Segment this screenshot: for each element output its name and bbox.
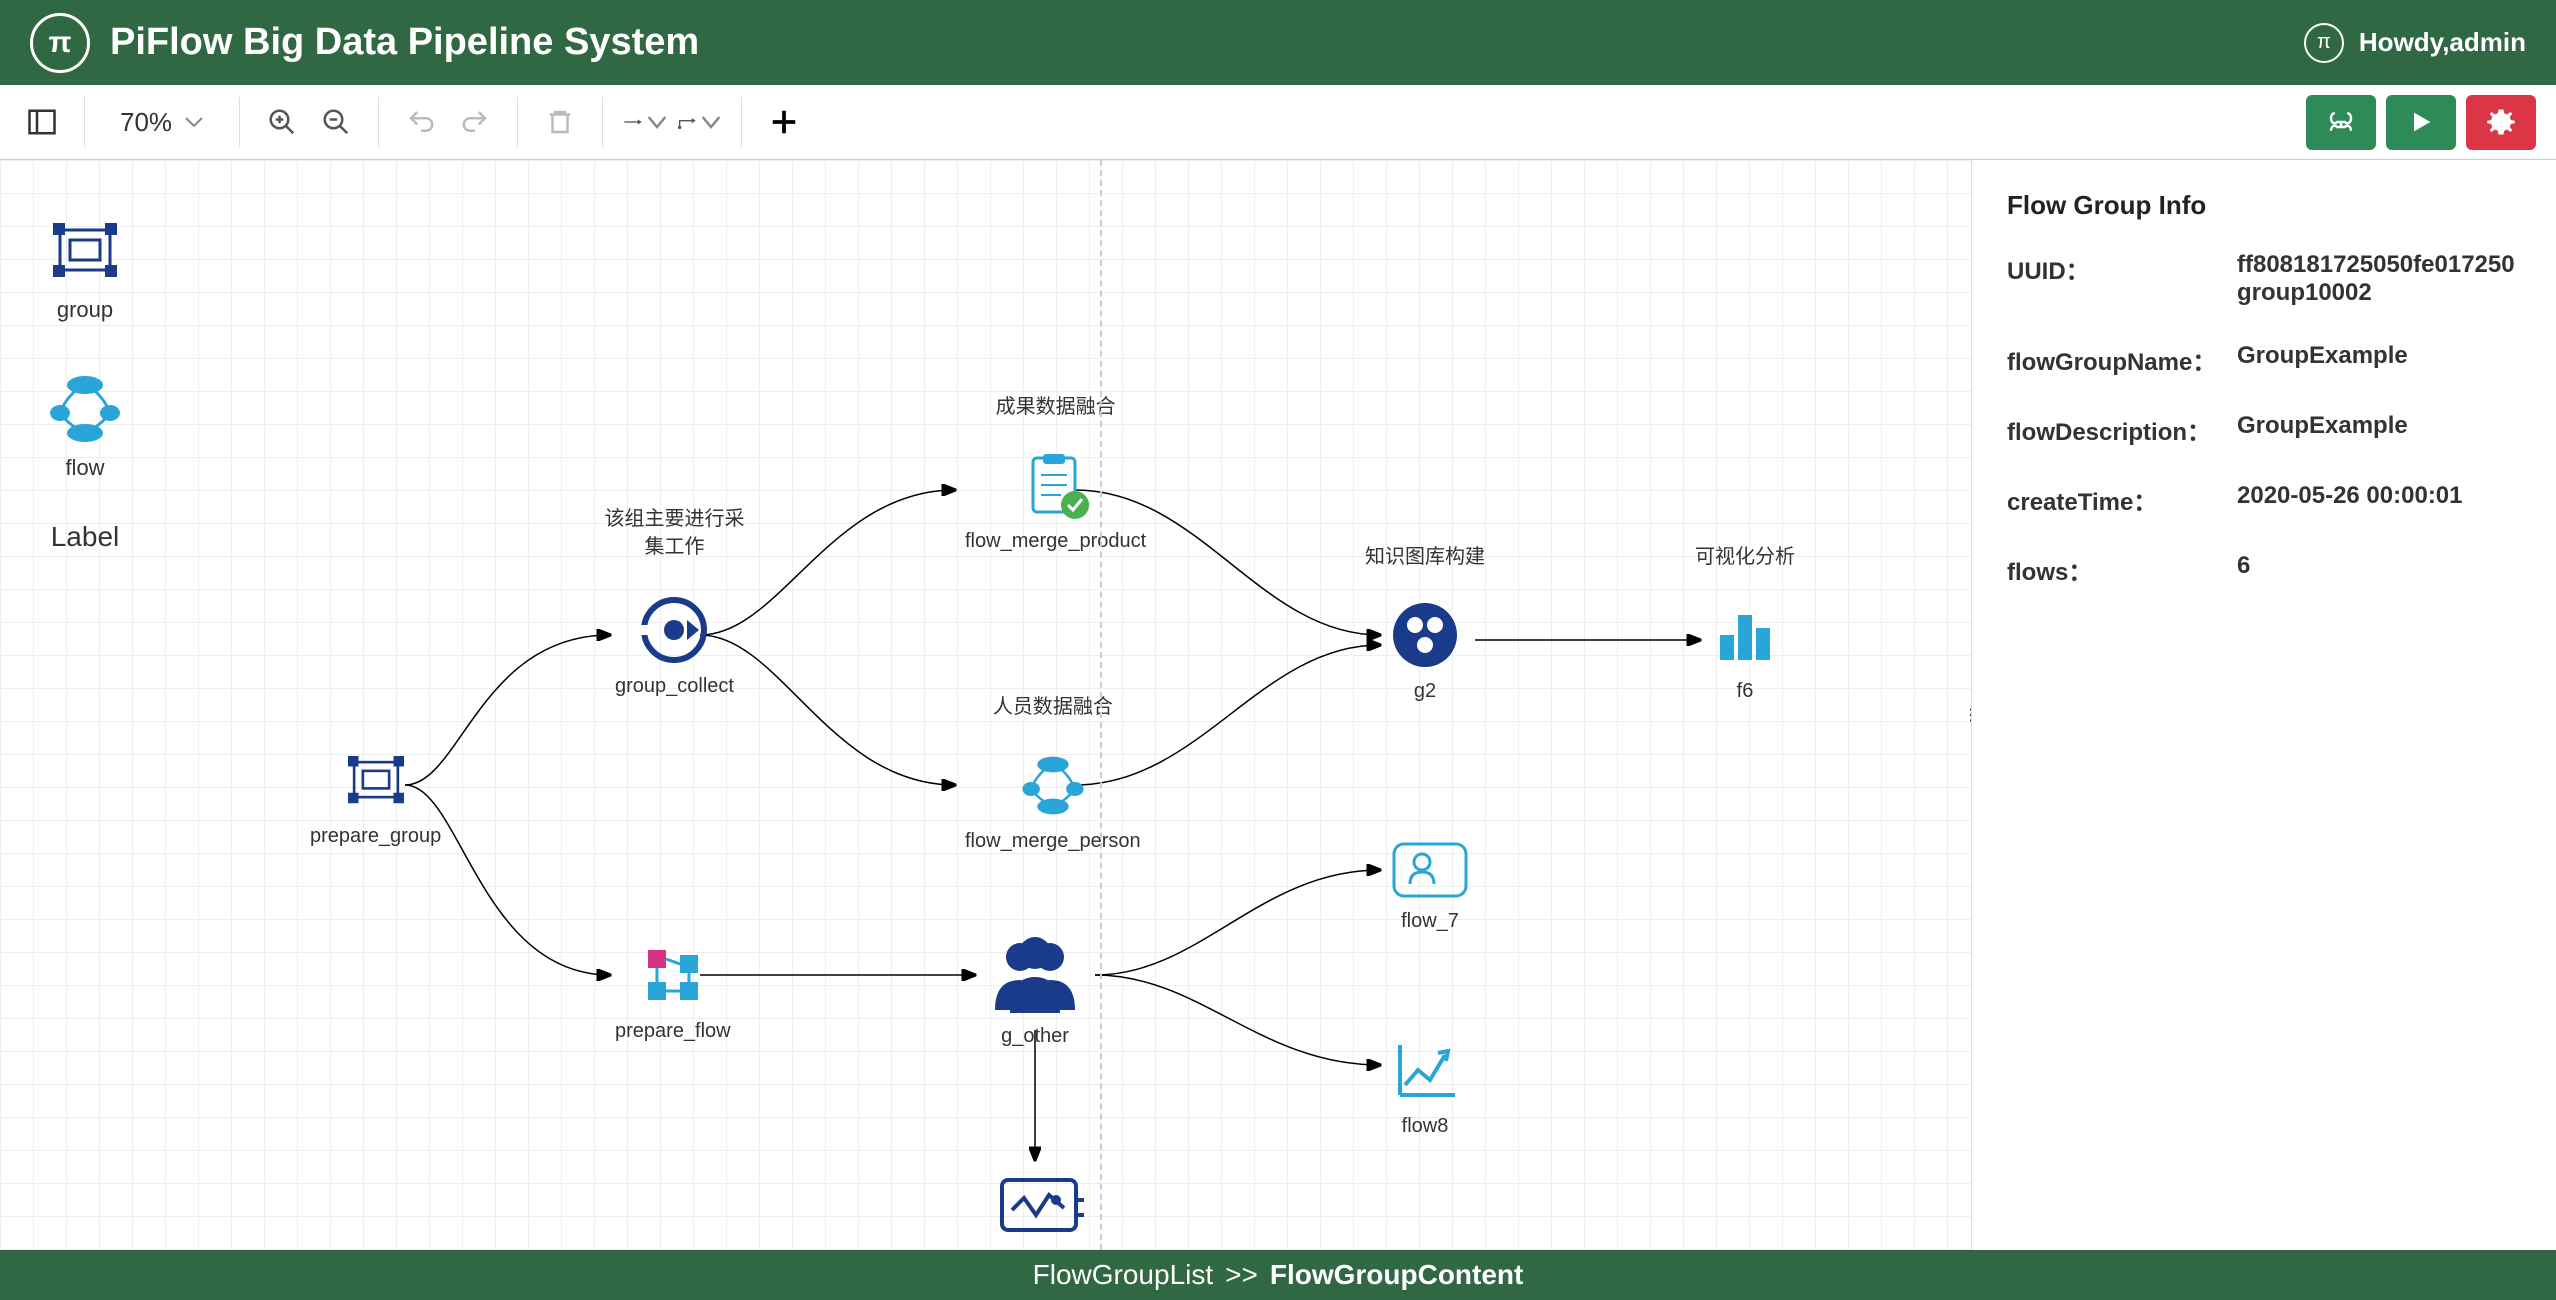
palette: group flow Label <box>45 215 125 553</box>
app-title: PiFlow Big Data Pipeline System <box>110 21 699 64</box>
node-flow-merge-product[interactable]: 成果数据融合 flow_merge_product <box>965 450 1146 553</box>
breadcrumb-current: FlowGroupContent <box>1270 1259 1524 1291</box>
info-row-name: flowGroupName： GroupExample <box>2007 342 2521 377</box>
canvas[interactable]: group flow Label <box>0 160 1971 1250</box>
breadcrumb-link[interactable]: FlowGroupList <box>1033 1259 1214 1291</box>
search-button[interactable] <box>2306 95 2376 150</box>
app-header: π PiFlow Big Data Pipeline System π Howd… <box>0 0 2556 85</box>
add-button[interactable] <box>762 100 806 144</box>
user-logo-icon[interactable]: π <box>2304 23 2344 63</box>
info-row-uuid: UUID： ff808181725050fe017250group10002 <box>2007 251 2521 307</box>
zoom-out-button[interactable] <box>314 100 358 144</box>
node-group-collect[interactable]: 该组主要进行采集工作 group_collect <box>615 595 734 698</box>
logo-icon: π <box>30 13 90 73</box>
node-f6[interactable]: 可视化分析 f6 <box>1710 600 1780 703</box>
info-row-create-time: createTime： 2020-05-26 00:00:01 <box>2007 482 2521 517</box>
node-prepare-flow[interactable]: prepare_flow <box>615 940 731 1043</box>
info-panel: Flow Group Info UUID： ff808181725050fe01… <box>1971 160 2556 1250</box>
node-g2[interactable]: 知识图库构建 g2 <box>1390 600 1460 703</box>
palette-label[interactable]: Label <box>45 521 125 553</box>
palette-flow[interactable]: flow <box>45 373 125 481</box>
redo-button[interactable] <box>453 100 497 144</box>
zoom-in-button[interactable] <box>260 100 304 144</box>
chevron-down-icon[interactable] <box>184 115 204 129</box>
run-button[interactable] <box>2386 95 2456 150</box>
panel-resize-handle[interactable]: ⋮ <box>1963 705 1971 745</box>
delete-button[interactable] <box>538 100 582 144</box>
node-flow8[interactable]: flow8 <box>1390 1035 1460 1138</box>
info-panel-title: Flow Group Info <box>2007 190 2521 221</box>
breadcrumb: FlowGroupList >> FlowGroupContent <box>0 1250 2556 1300</box>
zoom-level[interactable]: 70% <box>120 107 172 138</box>
node-group-show[interactable]: group_show <box>985 1170 1094 1250</box>
layout-toggle-button[interactable] <box>20 100 64 144</box>
settings-button[interactable] <box>2466 95 2536 150</box>
node-flow-merge-person[interactable]: 人员数据融合 flow_merge_person <box>965 750 1141 853</box>
node-prepare-group[interactable]: prepare_group <box>310 745 441 848</box>
undo-button[interactable] <box>399 100 443 144</box>
info-row-desc: flowDescription： GroupExample <box>2007 412 2521 447</box>
info-row-flows: flows： 6 <box>2007 552 2521 587</box>
connector-style-button[interactable] <box>677 100 721 144</box>
arrow-style-button[interactable] <box>623 100 667 144</box>
user-greeting[interactable]: Howdy,admin <box>2359 27 2526 58</box>
palette-group[interactable]: group <box>45 215 125 323</box>
node-flow7[interactable]: flow_7 <box>1390 840 1470 933</box>
toolbar: 70% <box>0 85 2556 160</box>
node-g-other[interactable]: g_other <box>985 935 1085 1048</box>
